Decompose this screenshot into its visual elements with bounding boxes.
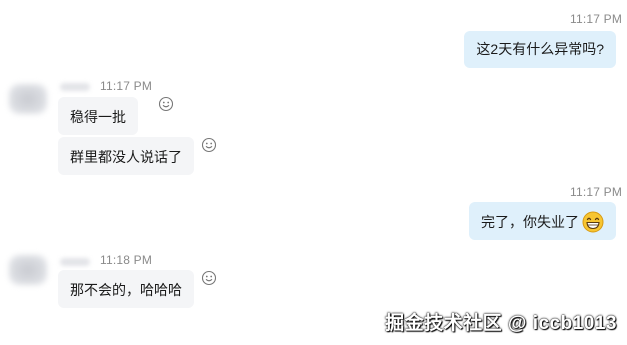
timestamp: 11:18 PM [100,253,153,267]
outgoing-message-bubble[interactable]: 这2天有什么异常吗? [464,31,616,68]
timestamp: 11:17 PM [570,12,623,26]
watermark: 掘金技术社区 @ iccb1013 [385,313,617,334]
incoming-message-bubble[interactable]: 稳得一批 [58,97,138,135]
smiley-outline-icon[interactable] [201,137,217,153]
grin-icon [582,211,604,233]
message-text: 完了，你失业了 [481,214,579,230]
avatar[interactable] [9,84,47,114]
sender-name [60,258,90,266]
outgoing-message-bubble[interactable]: 完了，你失业了 [469,202,616,240]
timestamp: 11:17 PM [100,79,153,93]
avatar[interactable] [9,255,47,285]
smiley-outline-icon[interactable] [201,270,217,286]
incoming-message-bubble[interactable]: 那不会的，哈哈哈 [58,270,194,308]
smiley-outline-icon[interactable] [158,96,174,112]
timestamp: 11:17 PM [570,185,623,199]
sender-name [60,83,90,91]
incoming-message-bubble[interactable]: 群里都没人说话了 [58,137,194,175]
